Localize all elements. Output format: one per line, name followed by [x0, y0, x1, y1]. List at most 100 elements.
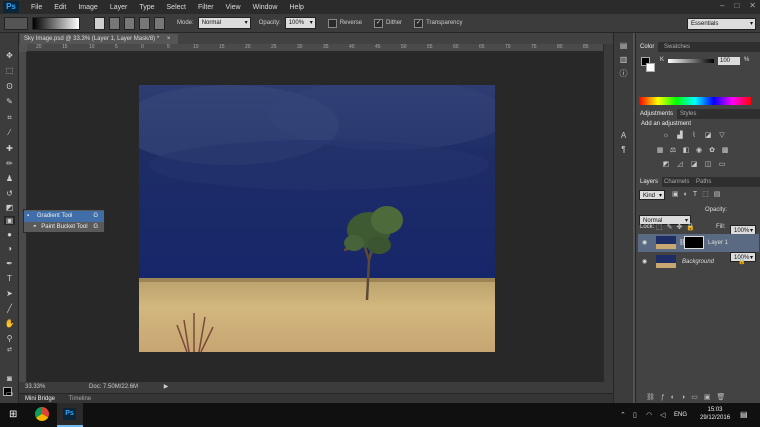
tab-mini-bridge[interactable]: Mini Bridge — [25, 396, 55, 402]
brush-tool-icon[interactable]: ✏ — [4, 159, 15, 168]
reflected-gradient-icon[interactable] — [139, 16, 150, 30]
diamond-gradient-icon[interactable] — [154, 16, 165, 30]
tab-color[interactable]: Color — [636, 42, 659, 52]
hue-saturation-icon[interactable]: ▦ — [656, 147, 664, 154]
gradient-picker[interactable] — [32, 16, 80, 30]
workspace-select[interactable]: Essentials — [687, 18, 756, 30]
exposure-icon[interactable]: ◪ — [704, 132, 712, 139]
color-lookup-icon[interactable]: ▩ — [721, 147, 729, 154]
status-menu-arrow-icon[interactable]: ▶ — [164, 384, 169, 390]
blur-tool-icon[interactable]: ● — [4, 230, 15, 239]
color-balance-icon[interactable]: ⚖ — [669, 147, 677, 154]
healing-brush-tool-icon[interactable]: ✚ — [4, 144, 15, 153]
pen-tool-icon[interactable]: ✒ — [4, 259, 15, 268]
shape-tool-icon[interactable]: ╱ — [4, 304, 15, 313]
menu-type[interactable]: Type — [139, 4, 154, 11]
tool-preset-picker[interactable] — [4, 16, 28, 30]
dither-checkbox[interactable]: ✓ — [374, 18, 384, 28]
vibrance-icon[interactable]: ▽ — [718, 132, 726, 139]
radial-gradient-icon[interactable] — [109, 16, 120, 30]
windows-start-icon[interactable]: ⊞ — [9, 409, 17, 420]
maximize-icon[interactable]: □ — [734, 1, 739, 10]
layer-row-background[interactable]: ◉ Background 🔒 — [638, 253, 759, 271]
visibility-eye-icon[interactable]: ◉ — [642, 240, 647, 246]
curves-icon[interactable]: ⌇ — [690, 132, 698, 139]
menu-window[interactable]: Window — [253, 4, 278, 11]
document-tab[interactable]: Sky Image.psd @ 33.3% (Layer 1, Layer Ma… — [20, 34, 178, 44]
threshold-icon[interactable]: ◪ — [690, 161, 698, 168]
tab-swatches[interactable]: Swatches — [660, 42, 694, 52]
brightness-icon[interactable]: ☼ — [662, 132, 670, 139]
dodge-tool-icon[interactable]: ◑ — [4, 244, 15, 253]
properties-panel-icon[interactable]: ▥ — [618, 55, 629, 64]
close-tab-icon[interactable]: × — [167, 36, 171, 42]
zoom-tool-icon[interactable]: ⚲ — [4, 334, 15, 343]
menu-edit[interactable]: Edit — [54, 4, 66, 11]
menu-filter[interactable]: Filter — [198, 4, 214, 11]
paragraph-panel-icon[interactable]: ¶ — [618, 145, 629, 154]
tab-layers[interactable]: Layers — [636, 177, 663, 187]
color-bg-swatch[interactable] — [646, 63, 655, 72]
flyout-item-paint-bucket-tool[interactable]: ◓ Paint Bucket Tool G — [24, 222, 104, 233]
flyout-item-gradient-tool[interactable]: ▪ Gradient Tool G — [24, 211, 104, 222]
gradient-map-icon[interactable]: ▭ — [718, 161, 726, 168]
history-panel-icon[interactable]: ▤ — [618, 41, 629, 50]
path-select-tool-icon[interactable]: ➤ — [4, 289, 15, 298]
menu-help[interactable]: Help — [290, 4, 304, 11]
layers-footer-icons[interactable]: ⛓ƒ◐◑▭▣🗑 — [646, 393, 756, 401]
marquee-tool-icon[interactable]: ⬚ — [4, 66, 15, 75]
tab-styles[interactable]: Styles — [676, 109, 700, 119]
k-value-input[interactable]: 100 — [718, 57, 740, 65]
chrome-icon[interactable] — [35, 407, 49, 421]
tab-timeline[interactable]: Timeline — [69, 396, 91, 402]
lock-icons[interactable]: ⬚✎✥🔒 — [656, 223, 702, 231]
k-slider[interactable] — [668, 59, 714, 63]
menu-layer[interactable]: Layer — [110, 4, 128, 11]
lasso-tool-icon[interactable]: ʘ — [4, 82, 15, 91]
taskbar-clock[interactable]: 15:03 29/12/2016 — [700, 406, 730, 422]
volume-icon[interactable]: ◁ — [660, 411, 665, 419]
invert-icon[interactable]: ◩ — [662, 161, 670, 168]
history-brush-tool-icon[interactable]: ↺ — [4, 189, 15, 198]
transparency-checkbox[interactable]: ✓ — [414, 18, 424, 28]
eraser-tool-icon[interactable]: ◩ — [4, 203, 15, 212]
character-panel-icon[interactable]: A — [618, 131, 629, 140]
menu-image[interactable]: Image — [78, 4, 97, 11]
layer-filter-icons[interactable]: ▣◐T⬚▤ — [672, 190, 752, 198]
info-panel-icon[interactable]: ⓘ — [618, 69, 629, 78]
mode-select[interactable]: Normal — [197, 17, 251, 29]
move-tool-icon[interactable]: ✥ — [4, 51, 15, 60]
swap-colors-icon[interactable]: ⇄ — [4, 346, 15, 355]
selective-color-icon[interactable]: ◫ — [704, 161, 712, 168]
vertical-scrollbar[interactable] — [603, 44, 613, 382]
opacity-input[interactable]: 100% — [284, 17, 316, 29]
layer-row-layer-1[interactable]: ◉ ⛓ Layer 1 — [638, 234, 759, 252]
channel-mixer-icon[interactable]: ✿ — [708, 147, 716, 154]
tab-paths[interactable]: Paths — [692, 177, 715, 187]
tab-channels[interactable]: Channels — [660, 177, 693, 187]
menu-select[interactable]: Select — [167, 4, 186, 11]
black-white-icon[interactable]: ◧ — [682, 147, 690, 154]
eyedropper-tool-icon[interactable]: ⁄ — [4, 128, 15, 137]
layer-filter-select[interactable]: Kind — [639, 190, 665, 201]
crop-tool-icon[interactable]: ⌗ — [4, 113, 15, 122]
canvas-image[interactable] — [139, 85, 495, 352]
posterize-icon[interactable]: ◿ — [676, 161, 684, 168]
angle-gradient-icon[interactable] — [124, 16, 135, 30]
minimize-icon[interactable]: – — [720, 1, 724, 10]
photo-filter-icon[interactable]: ◉ — [695, 147, 703, 154]
quick-select-tool-icon[interactable]: ✎ — [4, 97, 15, 106]
linear-gradient-icon[interactable] — [94, 16, 105, 30]
close-icon[interactable]: ✕ — [749, 1, 756, 10]
notifications-icon[interactable]: ▤ — [740, 410, 748, 419]
quick-mask-icon[interactable]: ◙ — [4, 374, 15, 383]
language-indicator[interactable]: ENG — [674, 412, 687, 418]
menu-file[interactable]: File — [31, 4, 42, 11]
zoom-level[interactable]: 33.33% — [25, 384, 45, 390]
hand-tool-icon[interactable]: ✋ — [4, 319, 15, 328]
wifi-icon[interactable]: ◠ — [646, 411, 652, 419]
layer-mask-thumbnail[interactable] — [684, 236, 704, 249]
levels-icon[interactable]: ▟ — [676, 132, 684, 139]
screen-mode-icon[interactable]: ▭ — [4, 389, 15, 398]
type-tool-icon[interactable]: T — [4, 274, 15, 283]
